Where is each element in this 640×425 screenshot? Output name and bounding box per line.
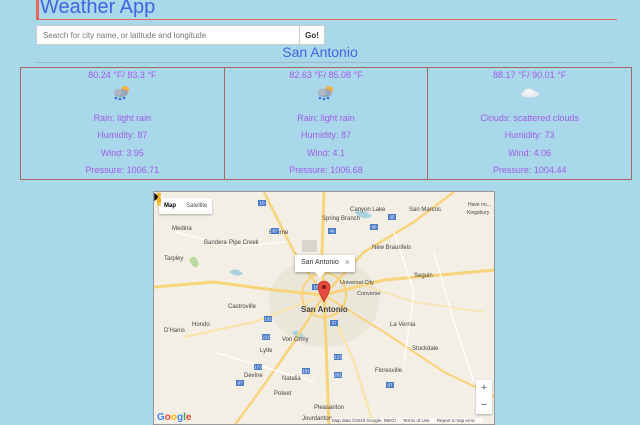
highway-shield: 90 — [371, 225, 377, 230]
place-label: Pipe Creek — [229, 240, 260, 246]
place-label: Spring Branch — [322, 216, 360, 222]
place-label: Tarpley — [164, 256, 183, 262]
temperature-range: 80.24 °F/ 83.3 °F — [88, 70, 157, 80]
place-label: Stockdale — [412, 346, 439, 352]
place-label: Have no... — [468, 202, 491, 208]
zoom-out-button[interactable]: − — [476, 397, 492, 414]
forecast-panel: 80.24 °F/ 83.3 °F Rain: light rain Humid… — [20, 67, 633, 180]
place-label: La Vernia — [390, 322, 416, 328]
city-map-label: San Antonio — [301, 305, 348, 314]
place-label: Natalia — [282, 376, 301, 382]
place-label: Medina — [172, 226, 192, 232]
map-attribution: Map data ©2016 Google, INEGI Terms of Us… — [330, 418, 483, 423]
wind-text: Wind: 4.06 — [508, 148, 552, 158]
condition-text: Rain: light rain — [93, 113, 152, 123]
highway-shield: 10 — [259, 201, 265, 206]
map-type-satellite-button[interactable]: Satellite — [181, 198, 212, 214]
highway-shield: 35 — [389, 215, 395, 220]
info-window-tail — [315, 272, 325, 278]
highway-shield: 123 — [334, 355, 342, 360]
place-label: Pleasanton — [314, 405, 344, 411]
pegman-icon[interactable] — [154, 192, 164, 206]
humidity-text: Humidity: 87 — [300, 130, 352, 140]
go-button[interactable]: Go! — [300, 25, 325, 45]
place-label: Devine — [244, 373, 263, 379]
place-label: Von Ormy — [282, 337, 309, 343]
place-label: D'Hanis — [164, 328, 185, 334]
place-label: Canyon Lake — [350, 207, 386, 213]
city-name: San Antonio — [282, 44, 358, 60]
temperature-range: 88.17 °F/ 90.01 °F — [493, 70, 567, 80]
highway-shield: 211 — [262, 335, 270, 340]
report-error-link[interactable]: Report a map error — [437, 418, 475, 423]
highway-shield: 87 — [272, 229, 278, 234]
pressure-text: Pressure: 1006.71 — [85, 165, 160, 175]
pressure-text: Pressure: 1006.68 — [289, 165, 363, 175]
place-label: Poteet — [274, 391, 292, 397]
highway-shield: 173 — [254, 365, 262, 370]
map-type-control: Map Satellite — [159, 198, 213, 214]
search-input[interactable] — [36, 25, 300, 45]
place-label: Bandera — [204, 240, 227, 246]
wind-text: Wind: 3.95 — [100, 148, 144, 158]
divider — [36, 62, 614, 63]
zoom-control: + − — [476, 380, 492, 414]
condition-text: Clouds: scattered clouds — [480, 113, 579, 123]
highway-shield: 46 — [329, 229, 335, 234]
condition-text: Rain: light rain — [297, 113, 355, 123]
terms-link[interactable]: Terms of Use — [403, 418, 430, 423]
rain-cloud-icon — [21, 83, 224, 103]
place-label: Seguin — [414, 273, 433, 279]
place-label: Castroville — [228, 304, 257, 310]
map-canvas[interactable]: Medina Bandera Pipe Creek Tarpley Boerne… — [154, 192, 495, 425]
cloud-icon — [428, 83, 631, 103]
forecast-card: 82.63 °F/ 85.08 °F Rain: light rain Humi… — [224, 67, 429, 180]
humidity-text: Humidity: 87 — [97, 130, 148, 140]
place-label: New Braunfels — [372, 245, 411, 251]
highway-shield: 281 — [334, 373, 342, 378]
place-label: Converse — [357, 291, 381, 297]
map-data-credit: Map data ©2016 Google, INEGI — [332, 418, 396, 423]
search-row: Go! — [36, 25, 325, 45]
place-label: Universal City — [340, 280, 374, 286]
rain-cloud-icon — [225, 83, 428, 103]
place-label: Jourdanton — [302, 416, 332, 422]
info-window: San Antonio × — [295, 255, 355, 278]
highway-shield: 37 — [331, 321, 337, 326]
place-label: Kingsbury — [467, 210, 490, 216]
place-label: Lytle — [260, 348, 273, 354]
highway-shield: 97 — [387, 383, 393, 388]
place-label: Hondo — [192, 322, 210, 328]
place-label: San Marcos — [409, 207, 441, 213]
google-logo[interactable]: Google — [157, 412, 191, 423]
wind-text: Wind: 4.1 — [306, 148, 346, 158]
pressure-text: Pressure: 1004.44 — [492, 165, 567, 175]
highway-shield: 181 — [302, 369, 310, 374]
highway-shield: 132 — [264, 317, 272, 322]
temperature-range: 82.63 °F/ 85.08 °F — [289, 70, 363, 80]
google-map[interactable]: Medina Bandera Pipe Creek Tarpley Boerne… — [153, 191, 495, 425]
forecast-card: 80.24 °F/ 83.3 °F Rain: light rain Humid… — [20, 67, 225, 180]
place-label: Floresville — [375, 368, 403, 374]
app-title: Weather App — [40, 0, 156, 18]
zoom-in-button[interactable]: + — [476, 380, 492, 397]
info-window-label: San Antonio — [301, 259, 339, 266]
forecast-card: 88.17 °F/ 90.01 °F Clouds: scattered clo… — [428, 67, 633, 180]
close-icon[interactable]: × — [345, 257, 350, 267]
humidity-text: Humidity: 73 — [504, 130, 555, 140]
highway-shield: 97 — [237, 381, 243, 386]
